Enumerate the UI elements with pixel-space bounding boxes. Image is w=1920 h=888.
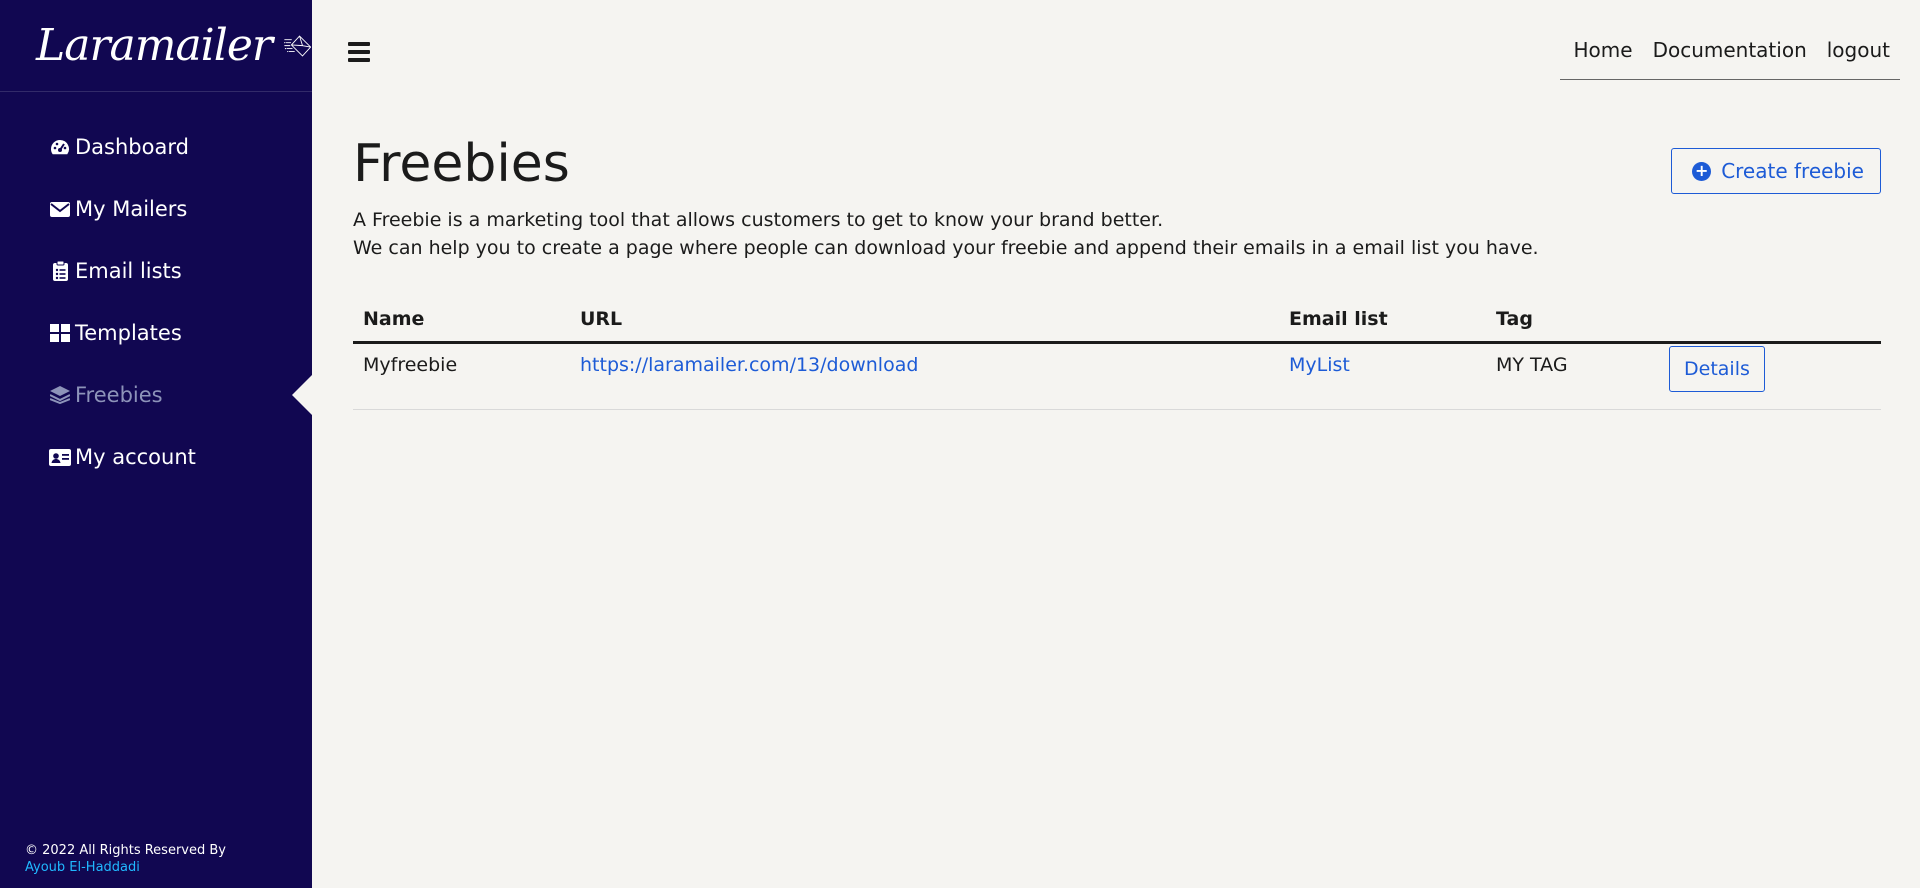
brand-name: Laramailer xyxy=(36,20,273,71)
sidebar-item-label: Dashboard xyxy=(75,135,189,159)
grid-icon xyxy=(49,323,71,343)
description-line: We can help you to create a page where p… xyxy=(353,237,1539,259)
hamburger-menu-icon[interactable] xyxy=(348,42,370,62)
sidebar-item-templates[interactable]: Templates xyxy=(0,302,312,364)
top-nav: Home Documentation logout xyxy=(1560,38,1900,80)
sidebar-item-my-mailers[interactable]: My Mailers xyxy=(0,178,312,240)
cell-url: https://laramailer.com/13/download xyxy=(570,342,1279,410)
column-header-tag: Tag xyxy=(1486,298,1659,344)
create-freebie-button[interactable]: + Create freebie xyxy=(1671,148,1881,194)
sidebar-item-label: My Mailers xyxy=(75,197,188,221)
sidebar-item-email-lists[interactable]: Email lists xyxy=(0,240,312,302)
freebies-table: Name URL Email list Tag Myfreebie https:… xyxy=(353,298,1881,410)
sidebar-item-label: My account xyxy=(75,445,196,469)
sidebar-footer: © 2022 All Rights Reserved By Ayoub El-H… xyxy=(25,842,226,876)
nav-link-home[interactable]: Home xyxy=(1574,38,1633,62)
sidebar-item-label: Templates xyxy=(75,321,182,345)
table-row: Myfreebie https://laramailer.com/13/down… xyxy=(353,342,1881,410)
layers-icon xyxy=(49,385,71,405)
sidebar-item-freebies[interactable]: Freebies xyxy=(0,364,312,426)
page-description: A Freebie is a marketing tool that allow… xyxy=(353,206,1539,262)
freebie-url-link[interactable]: https://laramailer.com/13/download xyxy=(580,354,918,376)
nav-link-documentation[interactable]: Documentation xyxy=(1653,38,1807,62)
envelope-icon xyxy=(49,199,71,219)
create-freebie-label: Create freebie xyxy=(1721,159,1864,183)
cell-actions: Details xyxy=(1659,342,1881,410)
sidebar-nav: Dashboard My Mailers Email lists Templat… xyxy=(0,116,312,488)
sidebar-item-label: Email lists xyxy=(75,259,182,283)
sidebar-item-dashboard[interactable]: Dashboard xyxy=(0,116,312,178)
cell-tag: MY TAG xyxy=(1486,342,1659,410)
column-header-actions xyxy=(1659,298,1881,344)
column-header-name: Name xyxy=(353,298,570,344)
table-header-row: Name URL Email list Tag xyxy=(353,298,1881,344)
envelope-logo-icon xyxy=(284,35,311,56)
author-link[interactable]: Ayoub El-Haddadi xyxy=(25,859,226,876)
plus-circle-icon: + xyxy=(1692,161,1712,181)
details-button[interactable]: Details xyxy=(1669,345,1765,392)
sidebar-item-label: Freebies xyxy=(75,383,163,407)
id-card-icon xyxy=(49,447,71,467)
brand[interactable]: Laramailer xyxy=(0,0,312,92)
sidebar: Laramailer Dashboard My Mailers Email li… xyxy=(0,0,312,888)
copyright-text: © 2022 All Rights Reserved By xyxy=(25,843,226,858)
column-header-email-list: Email list xyxy=(1279,298,1486,344)
cell-name: Myfreebie xyxy=(353,342,570,410)
clipboard-list-icon xyxy=(49,261,71,281)
nav-link-logout[interactable]: logout xyxy=(1827,38,1890,62)
email-list-link[interactable]: MyList xyxy=(1289,354,1350,376)
page-title: Freebies xyxy=(353,134,570,194)
column-header-url: URL xyxy=(570,298,1279,344)
description-line: A Freebie is a marketing tool that allow… xyxy=(353,209,1164,231)
sidebar-item-my-account[interactable]: My account xyxy=(0,426,312,488)
cell-email-list: MyList xyxy=(1279,342,1486,410)
dashboard-icon xyxy=(49,137,71,157)
